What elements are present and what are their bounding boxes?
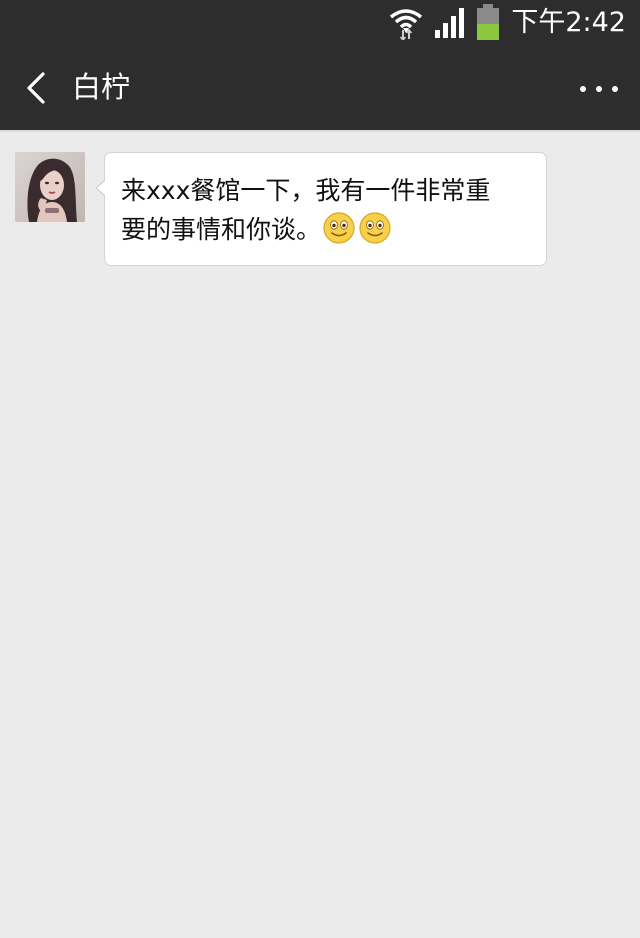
chat-title: 白柠 [72, 70, 131, 104]
more-dots-icon [580, 86, 586, 92]
message-text: 来xxx餐馆一下，我有一件非常重 要的事情和你谈。 [121, 171, 532, 249]
user-avatar[interactable] [15, 152, 85, 222]
smile-emoji-icon [359, 212, 391, 244]
avatar-image [15, 152, 85, 222]
status-bar: 下午2:42 [0, 0, 640, 46]
back-button[interactable] [14, 62, 58, 112]
chat-header: 白柠 [0, 46, 640, 130]
chevron-left-icon [27, 72, 45, 104]
more-dots-icon [596, 86, 602, 92]
message-line-2: 要的事情和你谈。 [121, 210, 532, 249]
status-time: 下午2:42 [511, 7, 626, 38]
battery-icon [477, 4, 499, 40]
header-divider [0, 130, 640, 132]
message-bubble[interactable]: 来xxx餐馆一下，我有一件非常重 要的事情和你谈。 [95, 152, 547, 266]
battery-level [477, 24, 499, 40]
bubble-tail [97, 180, 106, 196]
signal-icon [435, 8, 464, 38]
more-dots-icon [612, 86, 618, 92]
message-line-2-text: 要的事情和你谈。 [121, 215, 322, 244]
more-button[interactable] [574, 68, 624, 108]
message-line-1: 来xxx餐馆一下，我有一件非常重 [121, 176, 491, 205]
wifi-icon [389, 9, 423, 40]
smile-emoji-icon [323, 212, 355, 244]
